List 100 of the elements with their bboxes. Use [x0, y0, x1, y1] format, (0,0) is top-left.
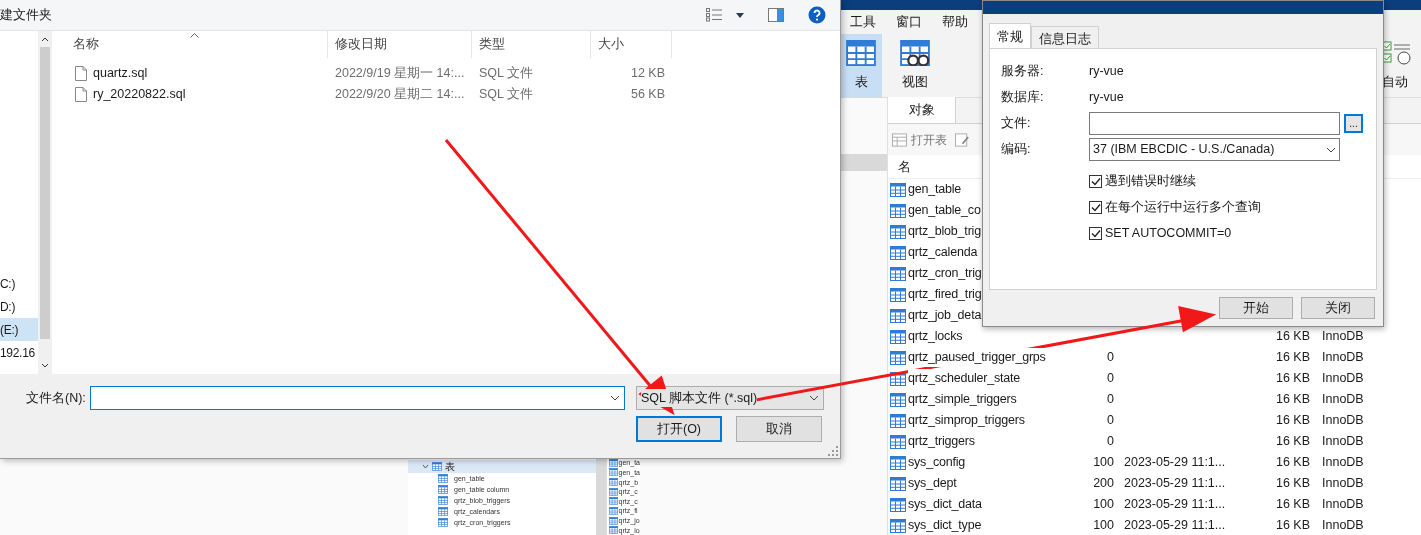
tree-item[interactable]: 表: [408, 460, 596, 473]
view-options-icon[interactable]: [706, 8, 722, 22]
chevron-down-icon: [610, 395, 620, 401]
table-icon: [846, 39, 877, 66]
view-icon: [900, 39, 931, 66]
tab[interactable]: 信息日志: [1031, 26, 1099, 48]
checkbox-label: SET AUTOCOMMIT=0: [1105, 224, 1232, 242]
table-cell: 16 KB: [1275, 434, 1310, 449]
checkbox-label: 在每个运行中运行多个查询: [1105, 198, 1261, 216]
table-cell: InnoDB: [1322, 497, 1364, 512]
tab[interactable]: 对象: [888, 97, 956, 123]
file-type-dropdown[interactable]: SQL 脚本文件 (*.sql): [636, 386, 824, 410]
file-name[interactable]: ry_20220822.sql: [93, 85, 186, 104]
menu-item[interactable]: 帮助: [942, 12, 968, 32]
cancel-button[interactable]: 取消: [736, 416, 822, 442]
field-label: 文件:: [1001, 115, 1032, 133]
nav-item[interactable]: 192.16: [0, 341, 38, 364]
table-cell: InnoDB: [1322, 350, 1364, 365]
table-cell: 16 KB: [1275, 371, 1310, 386]
table-icon: [608, 468, 618, 477]
caret-icon[interactable]: [736, 12, 744, 18]
sort-caret-icon[interactable]: [190, 33, 199, 38]
table-cell: SQL 文件: [479, 87, 534, 102]
toolbar-button[interactable]: 视图: [894, 34, 937, 97]
table-cell: qrtz_scheduler_state: [908, 369, 1021, 388]
table-icon: [438, 496, 448, 505]
table-cell: SQL 文件: [479, 66, 534, 81]
nav-item[interactable]: D:): [0, 295, 38, 318]
new-folder-button[interactable]: 建文件夹: [0, 5, 52, 25]
checkbox[interactable]: [1089, 226, 1102, 240]
start-button[interactable]: 开始: [1219, 297, 1293, 319]
field-value: ry-vue: [1089, 89, 1124, 107]
menu-item[interactable]: 工具: [850, 12, 876, 32]
help-icon[interactable]: [808, 6, 826, 24]
table-cell: 2023-05-29 11:1...: [1124, 455, 1226, 470]
table-cell: InnoDB: [1322, 455, 1364, 470]
nav-item[interactable]: C:): [0, 272, 38, 295]
column-header[interactable]: 修改日期: [335, 35, 387, 54]
checkbox[interactable]: [1089, 200, 1102, 214]
expand-toggle-icon[interactable]: [422, 464, 429, 469]
table-cell: 0: [1107, 371, 1114, 386]
file-icon: [75, 87, 87, 102]
scrollbar-thumb[interactable]: [40, 47, 50, 339]
table-cell: InnoDB: [1322, 518, 1364, 533]
toolbar-button[interactable]: 表: [840, 34, 883, 97]
preview-pane-icon[interactable]: [768, 8, 784, 22]
open-table-button[interactable]: 打开表: [892, 130, 947, 149]
table-cell-text: qrtz_job_deta: [908, 307, 982, 325]
table-cell: 200: [1093, 476, 1114, 491]
column-header[interactable]: 名称: [73, 35, 99, 54]
table-cell-text: qrtz_calenda: [908, 244, 978, 262]
table-cell: 2022/9/20 星期二 14:...: [335, 87, 465, 102]
table-cell-text: qrtz_blob_trig: [908, 223, 981, 241]
field-label: 编码:: [1001, 141, 1032, 159]
table-cell: 0: [1107, 392, 1114, 407]
table-icon: [438, 474, 448, 483]
resize-grip-icon[interactable]: [828, 446, 838, 456]
file-path-field[interactable]: [1089, 112, 1340, 135]
table-cell: 0: [1107, 434, 1114, 449]
field-value: ry-vue: [1089, 63, 1124, 81]
browse-button[interactable]: ...: [1344, 114, 1363, 133]
table-icon: [608, 516, 618, 525]
table-cell: 16 KB: [1275, 497, 1310, 512]
table-cell: 16 KB: [1275, 518, 1310, 533]
column-header[interactable]: 名: [898, 156, 911, 177]
column-header[interactable]: 类型: [479, 35, 505, 54]
table-cell: 2023-05-29 11:1...: [1124, 476, 1226, 491]
table-cell: InnoDB: [1322, 413, 1364, 428]
table-icon: [432, 462, 442, 471]
chevron-down-icon: [1326, 146, 1336, 153]
table-icon: [608, 506, 618, 515]
tab[interactable]: 常规: [989, 23, 1031, 48]
table-cell: InnoDB: [1322, 434, 1364, 449]
nav-item[interactable]: (E:): [0, 318, 38, 341]
chevron-down-icon: [809, 395, 819, 401]
open-button[interactable]: 打开(O): [636, 416, 722, 442]
filename-field[interactable]: [90, 386, 625, 410]
toolbar-button[interactable]: 自动: [1378, 34, 1421, 97]
encoding-dropdown[interactable]: 37 (IBM EBCDIC - U.S./Canada): [1089, 138, 1340, 161]
table-cell: 56 KB: [630, 87, 665, 102]
table-cell: 100: [1093, 497, 1114, 512]
table-cell: InnoDB: [1322, 371, 1364, 386]
table-cell-text: gen_table_co: [908, 202, 981, 220]
checkbox-label: 遇到错误时继续: [1105, 172, 1196, 190]
table-cell: 16 KB: [1275, 350, 1310, 365]
column-header[interactable]: 大小: [598, 35, 624, 54]
table-cell: 100: [1093, 455, 1114, 470]
checkbox[interactable]: [1089, 174, 1102, 188]
field-label: 数据库:: [1001, 89, 1045, 107]
table-cell-text: gen_table: [908, 181, 962, 199]
checklist-icon: [1382, 39, 1413, 66]
close-button[interactable]: 关闭: [1301, 297, 1375, 319]
menu-item[interactable]: 窗口: [896, 12, 922, 32]
file-name[interactable]: quartz.sql: [93, 64, 148, 83]
table-cell: 2022/9/19 星期一 14:...: [335, 66, 465, 81]
field-label: 文件名(N):: [25, 389, 87, 407]
table-icon: [438, 485, 448, 494]
table-cell: 0: [1107, 350, 1114, 365]
table-cell: 16 KB: [1275, 413, 1310, 428]
design-icon[interactable]: [955, 132, 970, 147]
